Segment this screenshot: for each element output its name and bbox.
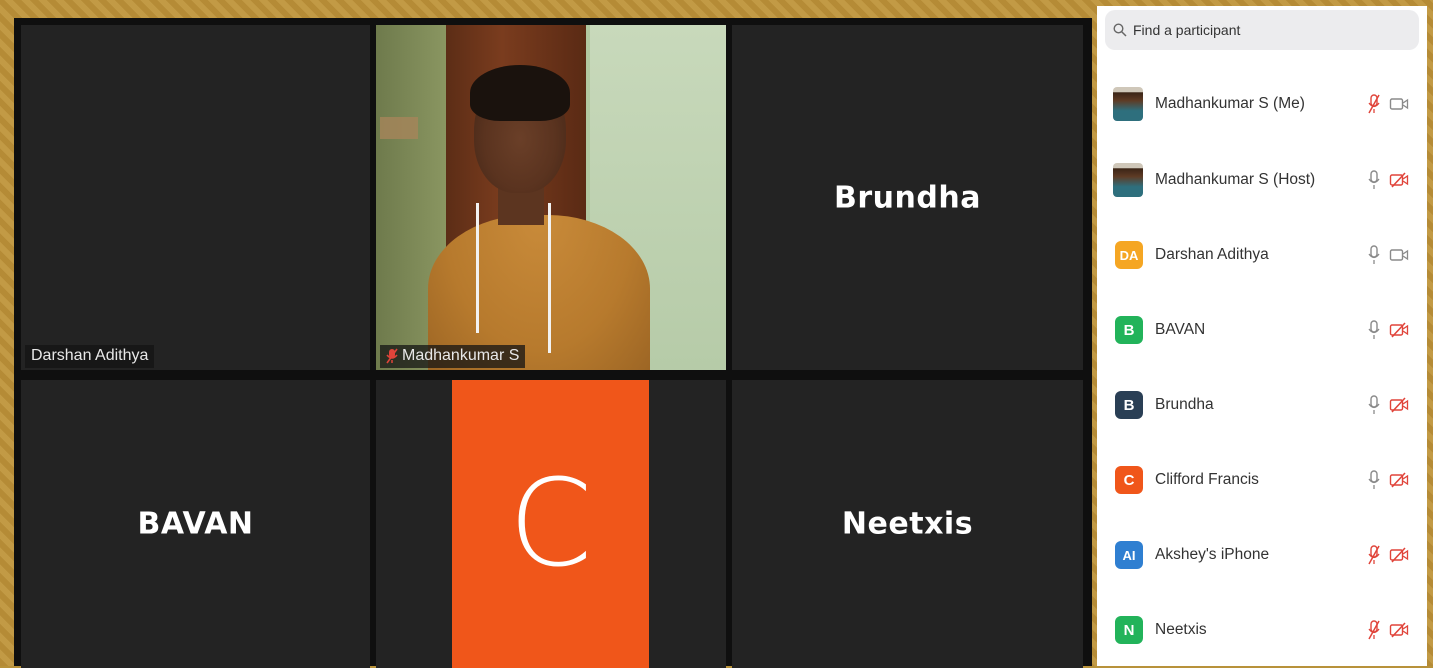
camera-off-icon[interactable] bbox=[1389, 171, 1409, 189]
video-tile-clifford[interactable]: C bbox=[376, 380, 726, 668]
participant-row[interactable]: Madhankumar S (Me) bbox=[1097, 74, 1427, 134]
avatar: C bbox=[452, 380, 649, 668]
tile-name-label: Darshan Adithya bbox=[31, 347, 149, 364]
mic-icon[interactable] bbox=[1367, 469, 1381, 491]
earphone-wire-left bbox=[476, 203, 479, 333]
participant-name: Clifford Francis bbox=[1155, 471, 1259, 488]
participant-row[interactable]: B Brundha bbox=[1097, 375, 1427, 435]
mic-muted-icon bbox=[386, 348, 398, 364]
participant-name: Brundha bbox=[1155, 396, 1214, 413]
tile-center-name: BAVAN bbox=[137, 506, 254, 542]
mic-muted-icon[interactable] bbox=[1367, 619, 1381, 641]
video-tile-darshan[interactable]: Darshan Adithya bbox=[21, 25, 370, 370]
mic-icon[interactable] bbox=[1367, 319, 1381, 341]
avatar: C bbox=[1115, 466, 1143, 494]
avatar: AI bbox=[1115, 541, 1143, 569]
participants-panel: Find a participant Madhankumar S (Me) Mad… bbox=[1097, 6, 1427, 666]
avatar-letter: C bbox=[508, 454, 593, 594]
participant-name: Madhankumar S (Host) bbox=[1155, 171, 1316, 188]
video-bg-plaque bbox=[380, 117, 418, 139]
participant-row[interactable]: Madhankumar S (Host) bbox=[1097, 150, 1427, 210]
camera-off-icon[interactable] bbox=[1389, 321, 1409, 339]
participant-row[interactable]: B BAVAN bbox=[1097, 300, 1427, 360]
participant-row[interactable]: N Neetxis bbox=[1097, 600, 1427, 660]
camera-icon[interactable] bbox=[1389, 95, 1409, 113]
person-hair bbox=[470, 65, 570, 121]
participant-row[interactable]: AI Akshey's iPhone bbox=[1097, 525, 1427, 585]
avatar bbox=[1113, 163, 1143, 197]
mic-icon[interactable] bbox=[1367, 394, 1381, 416]
avatar: B bbox=[1115, 316, 1143, 344]
tile-center-name: Neetxis bbox=[841, 506, 974, 542]
tile-center-name: Brundha bbox=[834, 180, 981, 215]
search-input[interactable]: Find a participant bbox=[1105, 10, 1419, 50]
avatar: B bbox=[1115, 391, 1143, 419]
mic-icon[interactable] bbox=[1367, 244, 1381, 266]
avatar bbox=[1113, 87, 1143, 121]
mic-icon[interactable] bbox=[1367, 169, 1381, 191]
avatar: DA bbox=[1115, 241, 1143, 269]
video-tile-bavan[interactable]: BAVAN bbox=[21, 380, 370, 668]
participant-name: Akshey's iPhone bbox=[1155, 546, 1270, 563]
camera-off-icon[interactable] bbox=[1389, 546, 1409, 564]
video-tile-madhankumar[interactable]: Madhankumar S bbox=[376, 25, 726, 370]
camera-icon[interactable] bbox=[1389, 246, 1409, 264]
participant-row[interactable]: C Clifford Francis bbox=[1097, 450, 1427, 510]
camera-off-icon[interactable] bbox=[1389, 396, 1409, 414]
mic-muted-icon[interactable] bbox=[1367, 544, 1381, 566]
video-gallery: Darshan Adithya Madhankumar S Brundha BA… bbox=[14, 18, 1092, 668]
participant-row[interactable]: DA Darshan Adithya bbox=[1097, 225, 1427, 285]
camera-off-icon[interactable] bbox=[1389, 471, 1409, 489]
search-placeholder: Find a participant bbox=[1133, 22, 1241, 38]
search-icon bbox=[1113, 23, 1127, 37]
participant-video bbox=[376, 25, 726, 370]
tile-nametag: Darshan Adithya bbox=[25, 345, 155, 368]
tile-name-label: Madhankumar S bbox=[402, 347, 520, 364]
earphone-wire-right bbox=[548, 203, 551, 353]
avatar: N bbox=[1115, 616, 1143, 644]
video-tile-neetxis[interactable]: Neetxis bbox=[732, 380, 1083, 668]
tile-nametag: Madhankumar S bbox=[380, 345, 526, 368]
video-tile-brundha[interactable]: Brundha bbox=[732, 25, 1083, 370]
participant-name: Madhankumar S (Me) bbox=[1155, 95, 1305, 112]
mic-muted-icon[interactable] bbox=[1367, 93, 1381, 115]
camera-off-icon[interactable] bbox=[1389, 621, 1409, 639]
participant-name: Darshan Adithya bbox=[1155, 246, 1269, 263]
participant-name: Neetxis bbox=[1155, 621, 1207, 638]
participant-name: BAVAN bbox=[1155, 321, 1206, 338]
